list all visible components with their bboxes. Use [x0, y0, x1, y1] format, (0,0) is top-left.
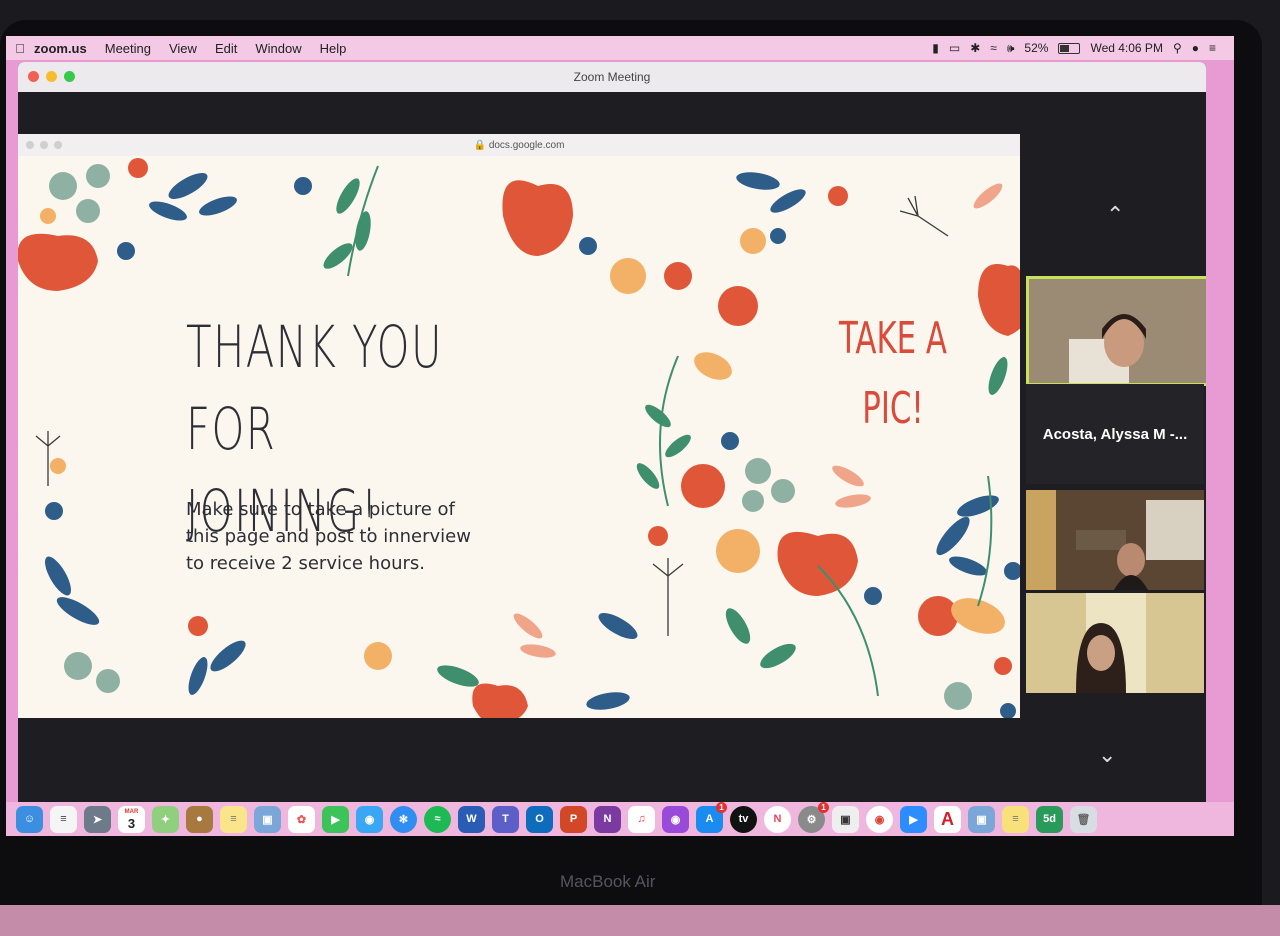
reminders-icon[interactable]: ≡	[50, 805, 77, 833]
notes-icon[interactable]: ≡	[220, 805, 247, 833]
menu-window[interactable]: Window	[255, 41, 301, 56]
spotlight-icon[interactable]: ⚲	[1173, 41, 1182, 55]
preview2-icon[interactable]: ▣	[968, 805, 995, 833]
zoom-window: Zoom Meeting 🔒 docs.google.com THANK YOU…	[18, 62, 1206, 830]
desk-surface	[0, 905, 1280, 936]
zoom-icon[interactable]: ▶	[900, 805, 927, 833]
browser-zoom-button[interactable]	[54, 141, 62, 149]
bluetooth-icon[interactable]: ✱	[970, 41, 980, 55]
trash-icon[interactable]: 🗑	[1070, 805, 1097, 833]
take-a-pic-text: Take a pic!	[834, 304, 953, 444]
video-tile-participant-3[interactable]	[1026, 490, 1204, 590]
news-icon[interactable]: N	[764, 805, 791, 833]
messages-icon[interactable]: ◉	[356, 805, 383, 833]
safari-icon[interactable]: ✻	[390, 805, 417, 833]
lock-icon: 🔒	[473, 139, 489, 151]
shared-browser-window: 🔒 docs.google.com THANK YOU FOR JOINING!…	[18, 134, 1020, 718]
maps-icon[interactable]: ✦	[152, 805, 179, 833]
browser-url[interactable]: docs.google.com	[489, 140, 565, 151]
music-icon[interactable]: ♫	[628, 805, 655, 833]
onenote-icon[interactable]: N	[594, 805, 621, 833]
launchpad-icon[interactable]: ➤	[84, 805, 111, 833]
apple-icon[interactable]: 	[6, 41, 34, 56]
clock[interactable]: Wed 4:06 PM	[1090, 41, 1162, 55]
chevron-up-icon[interactable]: ⌃	[1106, 202, 1124, 228]
facetime-icon[interactable]: ▶	[322, 805, 349, 833]
preview-icon[interactable]: ▣	[254, 805, 281, 833]
appstore-badge: 1	[716, 801, 727, 813]
browser-address-bar: 🔒 docs.google.com	[18, 134, 1020, 156]
close-button[interactable]	[28, 71, 39, 82]
acrobat-icon[interactable]: A	[934, 805, 961, 833]
finder-icon[interactable]: ☺	[16, 805, 43, 833]
podcasts-icon[interactable]: ◉	[662, 805, 689, 833]
photos-icon[interactable]: ✿	[288, 805, 315, 833]
participant-video	[1029, 279, 1206, 383]
zoom-button[interactable]	[64, 71, 75, 82]
minimize-button[interactable]	[46, 71, 57, 82]
menu-meeting[interactable]: Meeting	[105, 41, 151, 56]
menu-app-name[interactable]: zoom.us	[34, 41, 87, 56]
laptop-brand: MacBook Air	[560, 872, 656, 891]
menu-edit[interactable]: Edit	[215, 41, 237, 56]
participant-video	[1026, 593, 1204, 693]
video-tile-speaker[interactable]	[1026, 276, 1206, 386]
slide: Thank you for joining! Make sure to take…	[18, 156, 1020, 718]
menu-bar:  zoom.us Meeting View Edit Window Help …	[6, 36, 1234, 60]
browser-window-controls	[26, 141, 62, 149]
window-title: Zoom Meeting	[573, 70, 651, 84]
zoom-status-icon[interactable]: ▮	[932, 41, 939, 55]
take-a-pic-line-2: pic!	[862, 383, 924, 434]
systemprefs-icon[interactable]: ⚙ 1	[798, 801, 829, 833]
stickies-icon[interactable]: ≡	[1002, 805, 1029, 833]
wifi-icon[interactable]: ≈	[990, 41, 997, 55]
battery-icon[interactable]	[1058, 42, 1081, 54]
chevron-down-icon[interactable]: ⌄	[1098, 742, 1116, 768]
powerpoint-icon[interactable]: P	[560, 805, 587, 833]
menu-help[interactable]: Help	[320, 41, 347, 56]
take-a-pic-line-1: Take a	[838, 313, 948, 364]
airplay-icon[interactable]: ▭	[949, 41, 960, 55]
menu-view[interactable]: View	[169, 41, 197, 56]
dock: ☺ ≡ ➤ MAR 3 ✦ ● ≡ ▣ ✿ ▶ ◉ ✻ ≈ W T O P N …	[6, 801, 1234, 836]
volume-icon[interactable]: 🕪	[1007, 41, 1015, 56]
participant-video	[1026, 490, 1204, 590]
video-tile-participant-4[interactable]	[1026, 593, 1204, 693]
slide-title-line-1: Thank you for	[186, 313, 443, 463]
screen:  zoom.us Meeting View Edit Window Help …	[6, 36, 1234, 836]
appstore-icon[interactable]: A 1	[696, 801, 727, 833]
zoom-title-bar: Zoom Meeting	[18, 62, 1206, 92]
word-icon[interactable]: W	[458, 805, 485, 833]
slide-body-text: Make sure to take a picture of this page…	[186, 499, 471, 574]
battery-percent: 52%	[1024, 41, 1049, 55]
video-tile-name[interactable]: Acosta, Alyssa M -...	[1026, 384, 1204, 484]
calendar-day: 3	[127, 815, 136, 831]
status-area: ▮ ▭ ✱ ≈ 🕪 52% Wed 4:06 PM ⚲ ● ≡	[932, 41, 1234, 56]
appletv-icon[interactable]: tv	[730, 805, 757, 833]
chrome-icon[interactable]: ◉	[866, 805, 893, 833]
spotify-icon[interactable]: ≈	[424, 805, 451, 833]
fivedays-icon[interactable]: 5d	[1036, 805, 1063, 833]
browser-minimize-button[interactable]	[40, 141, 48, 149]
systemprefs-badge: 1	[818, 801, 829, 813]
screenshot-icon[interactable]: ▣	[832, 805, 859, 833]
window-controls	[28, 71, 75, 82]
contacts-icon[interactable]: ●	[186, 805, 213, 833]
browser-close-button[interactable]	[26, 141, 34, 149]
control-center-icon[interactable]: ≡	[1209, 41, 1216, 55]
outlook-icon[interactable]: O	[526, 805, 553, 833]
participant-name: Acosta, Alyssa M -...	[1042, 425, 1188, 443]
calendar-icon[interactable]: MAR 3	[118, 805, 145, 833]
siri-icon[interactable]: ●	[1192, 41, 1199, 55]
teams-icon[interactable]: T	[492, 805, 519, 833]
